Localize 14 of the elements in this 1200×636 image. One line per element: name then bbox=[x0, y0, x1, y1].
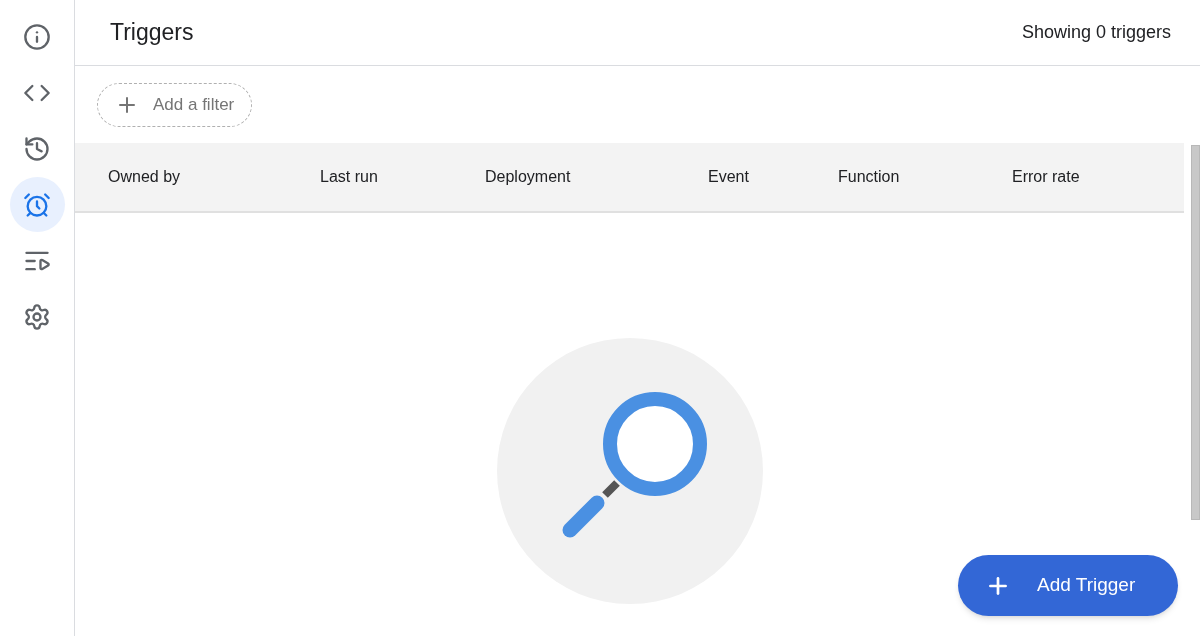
trigger-count: Showing 0 triggers bbox=[1021, 21, 1171, 44]
history-icon bbox=[23, 134, 51, 163]
add-trigger-button[interactable]: Add Trigger bbox=[958, 555, 1178, 616]
column-header: Error rate bbox=[1012, 167, 1081, 187]
scrollbar[interactable] bbox=[1191, 145, 1200, 520]
alarm-clock-icon bbox=[23, 190, 51, 219]
column-header: Deployment bbox=[485, 167, 572, 187]
column-header: Function bbox=[838, 167, 901, 187]
column-header: Event bbox=[708, 167, 750, 187]
settings-icon bbox=[23, 302, 51, 331]
column-header: Owned by bbox=[108, 167, 182, 187]
info-icon bbox=[23, 22, 51, 51]
page-title: Triggers bbox=[110, 18, 194, 48]
column-header: Last run bbox=[320, 167, 379, 187]
